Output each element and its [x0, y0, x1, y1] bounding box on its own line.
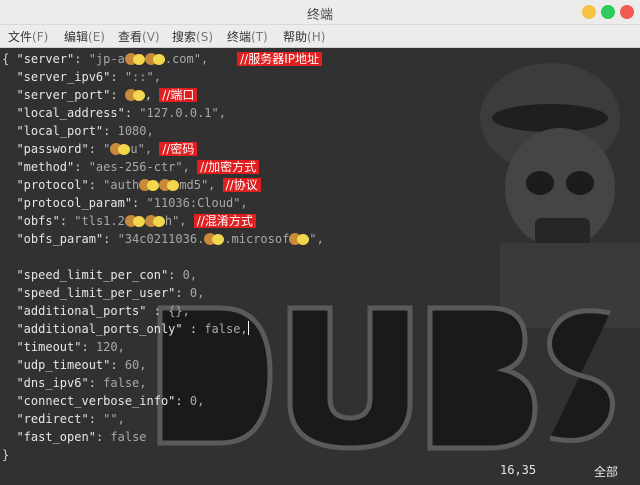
sticker-icon: [139, 177, 160, 191]
comment-server: //服务器IP地址: [237, 52, 322, 66]
comment-password: //密码: [159, 142, 198, 156]
text-cursor: [247, 321, 249, 335]
code-line: "timeout": 120,: [16, 340, 125, 354]
code-line: "method": "aes-256-ctr", //加密方式: [2, 158, 260, 176]
code-line: "server_ipv6": "::",: [16, 70, 161, 84]
menu-help[interactable]: 帮助(H): [283, 28, 325, 45]
code-line: "local_port": 1080,: [16, 124, 154, 138]
dubstep-wallpaper-image: [157, 305, 615, 451]
code-line: "fast_open": false: [16, 430, 147, 444]
minimize-button[interactable]: [582, 5, 596, 19]
maximize-button[interactable]: [601, 5, 615, 19]
code-line: "speed_limit_per_con": 0,: [16, 268, 198, 282]
terminal-window: 终端 文件(F) 编辑(E) 查看(V) 搜索(S) 终端(T) 帮助(H) {…: [0, 0, 640, 485]
sticker-icon: [110, 141, 131, 155]
code-line: "connect_verbose_info": 0,: [16, 394, 205, 408]
code-line: "obfs_param": "34c0211036. .microsof ",: [16, 231, 324, 246]
title-bar[interactable]: 终端: [0, 0, 640, 25]
terminal-area[interactable]: { "server": "jp-a .com", //服务器IP地址 "serve…: [0, 48, 640, 485]
code-line: "udp_timeout": 60,: [16, 358, 147, 372]
menu-file[interactable]: 文件(F): [8, 28, 48, 45]
sticker-icon: [124, 51, 145, 65]
code-line: "dns_ipv6": false,: [16, 376, 147, 390]
sticker-icon: [204, 231, 225, 245]
comment-method: //加密方式: [197, 160, 260, 174]
code-line: "obfs": "tls1.2 h", //混淆方式: [2, 212, 256, 230]
code-line: "server_port": , //端口: [2, 86, 198, 104]
menu-bar: 文件(F) 编辑(E) 查看(V) 搜索(S) 终端(T) 帮助(H): [0, 25, 640, 48]
sticker-icon: [159, 177, 180, 191]
window-title: 终端: [306, 8, 333, 23]
code-line: "protocol": "auth md5", //协议: [2, 176, 261, 194]
sticker-icon: [124, 87, 145, 101]
code-line: "password": " u", //密码: [2, 140, 198, 158]
code-line: "additional_ports" : {},: [16, 304, 190, 318]
comment-port: //端口: [159, 88, 198, 102]
close-button[interactable]: [620, 5, 634, 19]
sticker-icon: [144, 51, 165, 65]
comment-protocol: //协议: [222, 178, 261, 192]
code-line: "local_address": "127.0.0.1",: [16, 106, 226, 120]
sticker-icon: [124, 213, 145, 227]
code-line: "additional_ports_only" : false,: [16, 321, 249, 336]
scroll-scope: 全部: [594, 465, 619, 479]
code-line: "speed_limit_per_user": 0,: [16, 286, 205, 300]
code-line: }: [2, 448, 10, 462]
sticker-icon: [289, 231, 310, 245]
cursor-position: 16,35: [500, 463, 537, 477]
code-line: { "server": "jp-a .com", //服务器IP地址: [2, 50, 322, 68]
comment-obfs: //混淆方式: [193, 214, 256, 228]
menu-search[interactable]: 搜索(S): [172, 28, 213, 45]
menu-view[interactable]: 查看(V): [118, 28, 160, 45]
code-line: "redirect": "",: [16, 412, 125, 426]
sticker-icon: [144, 213, 165, 227]
menu-terminal[interactable]: 终端(T): [227, 28, 268, 45]
code-line: "protocol_param": "11036:Cloud",: [16, 196, 248, 210]
menu-edit[interactable]: 编辑(E): [64, 28, 105, 45]
